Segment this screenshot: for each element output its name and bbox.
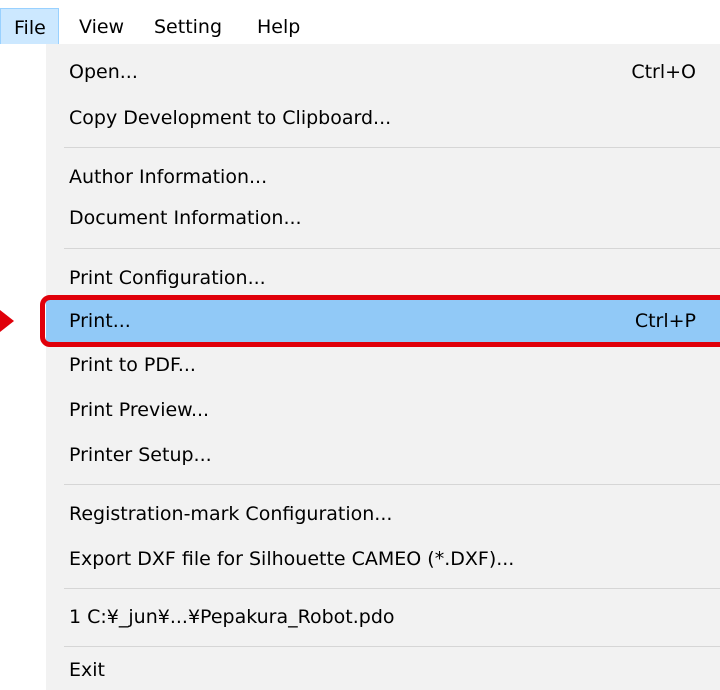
menu-gutter <box>0 44 46 690</box>
menu-help[interactable]: Help <box>257 8 300 46</box>
menu-item-label: Open... <box>69 61 138 83</box>
menu-item-copy-development[interactable]: Copy Development to Clipboard... <box>46 98 720 138</box>
file-dropdown-menu: Open... Ctrl+O Copy Development to Clipb… <box>0 44 720 690</box>
menu-item-label: Exit <box>69 659 105 681</box>
menu-item-printer-setup[interactable]: Printer Setup... <box>46 435 720 475</box>
menu-item-open[interactable]: Open... Ctrl+O <box>46 52 720 92</box>
menu-item-print-configuration[interactable]: Print Configuration... <box>46 258 720 298</box>
menu-setting[interactable]: Setting <box>154 8 222 46</box>
menu-item-print[interactable]: Print... Ctrl+P <box>46 300 720 342</box>
menu-item-label: 1 C:¥_jun¥...¥Pepakura_Robot.pdo <box>69 606 395 628</box>
menu-view[interactable]: View <box>79 8 124 46</box>
menu-item-author-information[interactable]: Author Information... <box>46 157 720 197</box>
menu-separator <box>64 646 720 647</box>
menu-item-label: Print Preview... <box>69 399 210 421</box>
menu-file[interactable]: File <box>0 8 59 46</box>
menu-item-label: Print Configuration... <box>69 267 266 289</box>
menu-item-label: Printer Setup... <box>69 444 212 466</box>
menu-item-label: Registration-mark Configuration... <box>69 503 393 525</box>
menu-item-exit[interactable]: Exit <box>46 650 720 690</box>
menu-item-label: Print to PDF... <box>69 354 196 376</box>
menu-item-label: Print... <box>69 310 131 332</box>
menu-item-label: Export DXF file for Silhouette CAMEO (*.… <box>69 548 515 570</box>
menu-item-shortcut: Ctrl+P <box>634 310 696 332</box>
menu-separator <box>64 248 720 249</box>
menu-item-label: Document Information... <box>69 207 302 229</box>
menu-item-registration-mark[interactable]: Registration-mark Configuration... <box>46 494 720 534</box>
menu-item-print-preview[interactable]: Print Preview... <box>46 390 720 430</box>
menu-item-export-dxf[interactable]: Export DXF file for Silhouette CAMEO (*.… <box>46 539 720 579</box>
menu-bar: File View Setting Help <box>0 0 720 46</box>
menu-item-label: Author Information... <box>69 166 268 188</box>
application-window: File View Setting Help Open... Ctrl+O Co… <box>0 0 720 690</box>
menu-separator <box>64 147 720 148</box>
menu-item-label: Copy Development to Clipboard... <box>69 107 392 129</box>
menu-separator <box>64 588 720 589</box>
menu-item-document-information[interactable]: Document Information... <box>46 198 720 238</box>
menu-item-shortcut: Ctrl+O <box>631 61 696 83</box>
menu-item-print-to-pdf[interactable]: Print to PDF... <box>46 345 720 385</box>
menu-separator <box>64 484 720 485</box>
menu-item-recent-file-1[interactable]: 1 C:¥_jun¥...¥Pepakura_Robot.pdo <box>46 597 720 637</box>
